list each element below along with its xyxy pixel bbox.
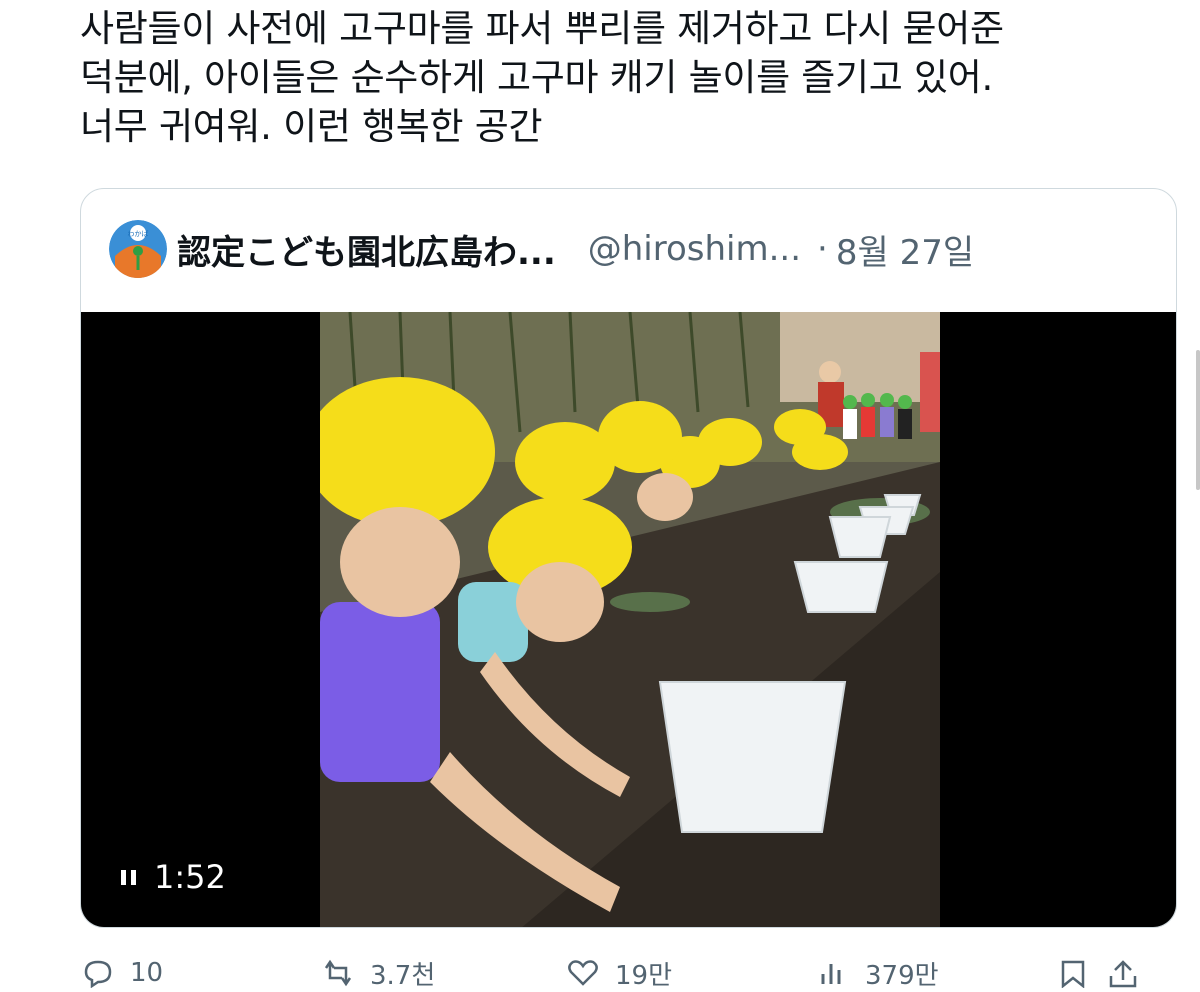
quoted-tweet-card[interactable]: わかば 認定こども園北広島わ... @hiroshim... · 8월 27일 bbox=[80, 188, 1177, 928]
views-count: 379만 bbox=[865, 960, 939, 991]
reply-icon bbox=[84, 960, 112, 988]
bookmark-icon[interactable] bbox=[1055, 958, 1091, 988]
pause-icon[interactable] bbox=[121, 869, 136, 885]
playback-control[interactable]: 1:52 bbox=[121, 858, 226, 896]
bookmark-share-actions bbox=[1055, 958, 1175, 988]
scrollbar[interactable] bbox=[1196, 350, 1200, 490]
video-player[interactable]: 1:52 bbox=[81, 312, 1176, 927]
repost-count: 3.7천 bbox=[370, 960, 436, 991]
quoted-post-date[interactable]: 8월 27일 bbox=[836, 225, 974, 274]
video-duration: 1:52 bbox=[154, 858, 226, 896]
tweet-text-line: 덕분에, 아이들은 순수하게 고구마 캐기 놀이를 즐기고 있어. bbox=[80, 56, 993, 99]
video-frame bbox=[320, 312, 940, 927]
avatar[interactable]: わかば bbox=[109, 220, 167, 278]
tweet-text-line: 사람들이 사전에 고구마를 파서 뿌리를 제거하고 다시 묻어준 bbox=[80, 7, 1004, 50]
quoted-tweet-header: わかば 認定こども園北広島わ... @hiroshim... · 8월 27일 bbox=[109, 217, 1148, 281]
quoted-author-handle[interactable]: @hiroshim... bbox=[588, 229, 801, 269]
tweet-text-line: 너무 귀여워. 이런 행복한 공간 bbox=[80, 105, 543, 148]
views-icon bbox=[821, 964, 841, 984]
reply-count: 10 bbox=[130, 958, 164, 988]
share-icon[interactable] bbox=[1105, 958, 1141, 988]
separator-dot: · bbox=[817, 229, 828, 269]
quoted-author-name[interactable]: 認定こども園北広島わ... bbox=[177, 225, 556, 274]
reply-action[interactable]: 10 bbox=[80, 958, 320, 988]
repost-action[interactable]: 3.7천 bbox=[320, 955, 565, 992]
repost-icon bbox=[324, 959, 352, 987]
like-count: 19만 bbox=[615, 960, 673, 991]
views-action[interactable]: 379만 bbox=[815, 955, 1055, 992]
avatar-logo-text: わかば bbox=[128, 229, 149, 238]
like-action[interactable]: 19만 bbox=[565, 955, 815, 992]
heart-icon bbox=[568, 960, 598, 986]
tweet-action-bar: 10 3.7천 19만 379만 bbox=[80, 958, 1180, 991]
tweet-text: 사람들이 사전에 고구마를 파서 뿌리를 제거하고 다시 묻어준 덕분에, 아이… bbox=[80, 4, 1170, 151]
